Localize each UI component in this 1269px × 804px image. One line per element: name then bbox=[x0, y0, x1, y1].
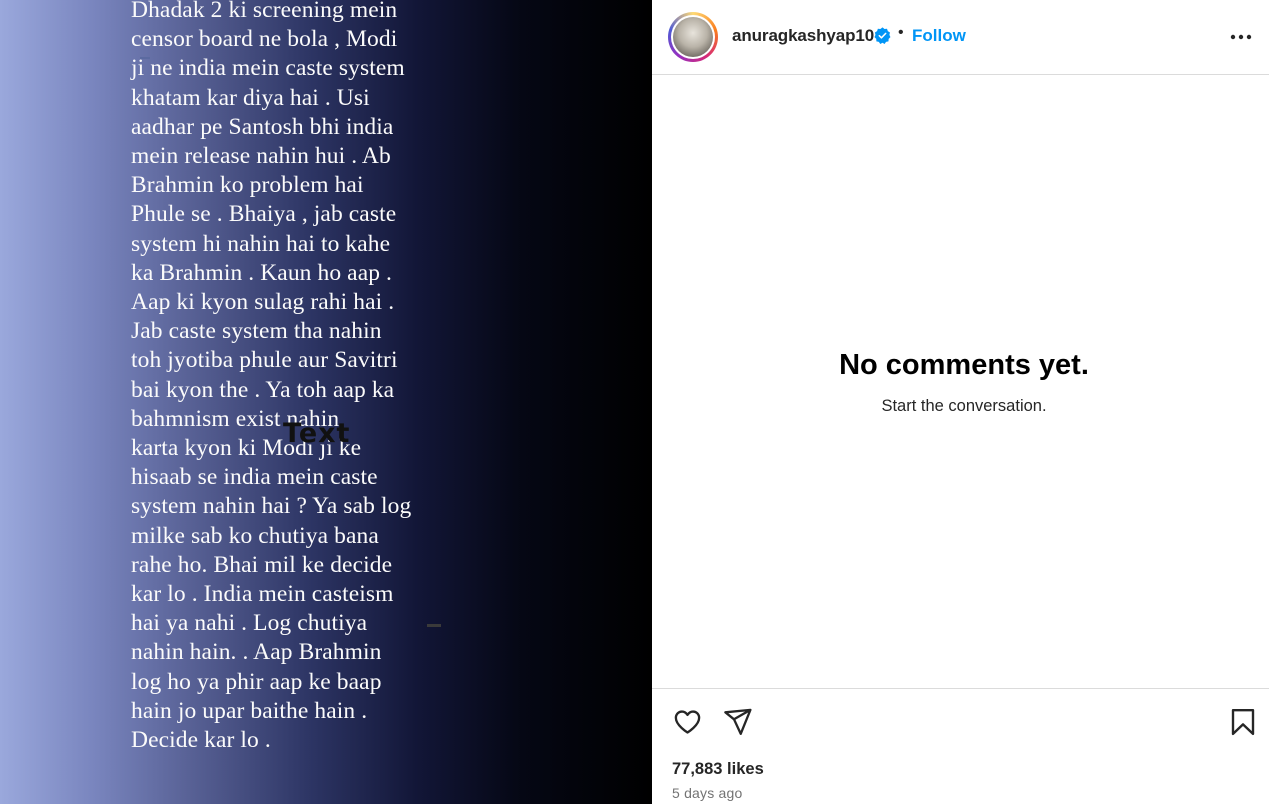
no-comments-subtitle: Start the conversation. bbox=[881, 397, 1047, 415]
post-image[interactable]: Dhadak 2 ki screening mein censor board … bbox=[0, 0, 652, 804]
post-header: anuragkashyap10 • Follow bbox=[652, 0, 1269, 75]
paper-plane-icon[interactable] bbox=[722, 706, 753, 737]
header-separator: • bbox=[898, 24, 904, 41]
post-image-text: Dhadak 2 ki screening mein censor board … bbox=[131, 0, 412, 754]
post-side-panel: anuragkashyap10 • Follow No comments yet… bbox=[652, 0, 1269, 804]
image-artifact-1 bbox=[427, 624, 441, 627]
actions-divider bbox=[652, 688, 1269, 689]
bookmark-icon[interactable] bbox=[1228, 707, 1258, 737]
username-link[interactable]: anuragkashyap10 bbox=[732, 26, 874, 46]
verified-badge-icon bbox=[874, 27, 891, 44]
no-comments-title: No comments yet. bbox=[839, 349, 1089, 381]
likes-count[interactable]: 77,883 likes bbox=[672, 760, 764, 779]
avatar-image bbox=[673, 17, 713, 57]
image-artifact-2 bbox=[140, 57, 150, 59]
text-sticker: Text bbox=[283, 418, 351, 449]
avatar-border bbox=[671, 15, 715, 59]
avatar[interactable] bbox=[668, 12, 718, 62]
post-timestamp[interactable]: 5 days ago bbox=[672, 785, 743, 801]
heart-icon[interactable] bbox=[672, 706, 703, 737]
more-options-icon[interactable] bbox=[1228, 26, 1254, 48]
follow-button[interactable]: Follow bbox=[912, 26, 966, 46]
